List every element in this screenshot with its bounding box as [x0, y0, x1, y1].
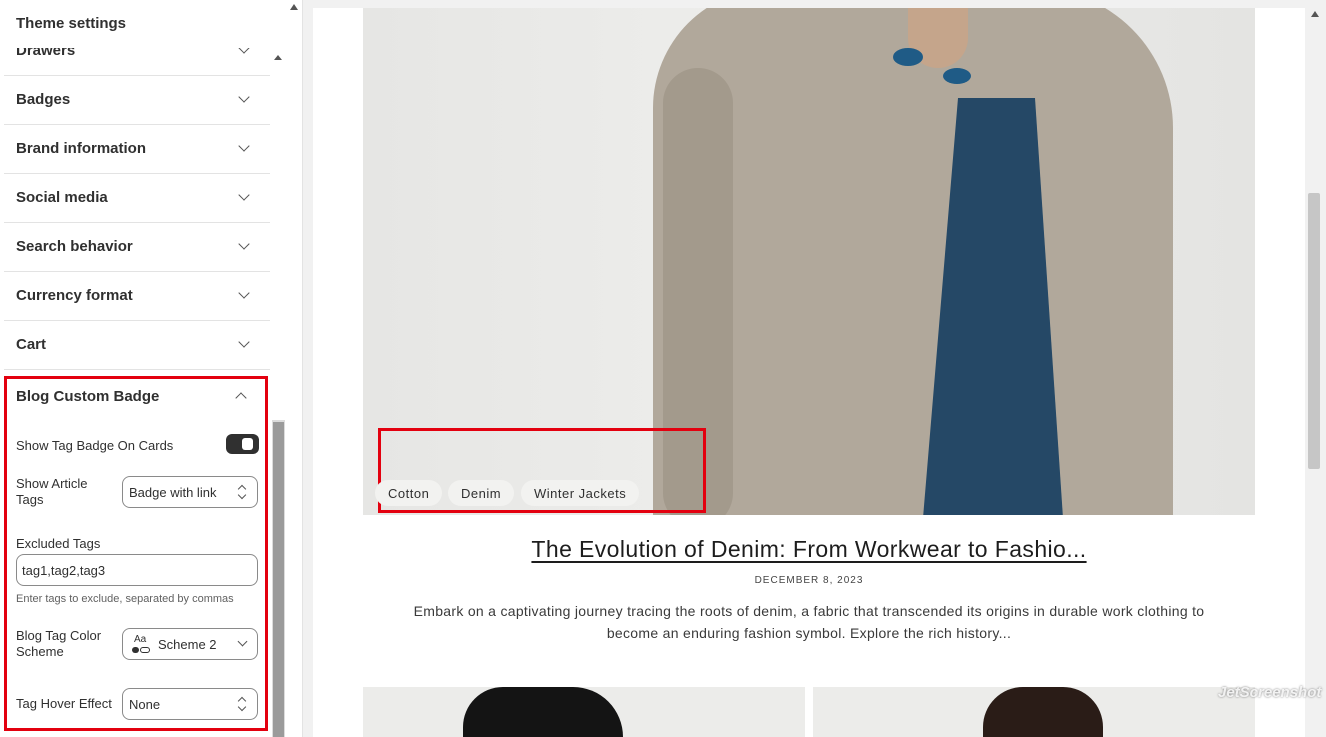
- chevron-down-icon: [238, 336, 250, 348]
- settings-item-cart[interactable]: Cart: [4, 321, 270, 370]
- color-scheme-swatch-icon: Aa: [131, 634, 151, 654]
- show-article-tags-select[interactable]: Badge with link: [122, 476, 258, 508]
- hover-effect-label: Tag Hover Effect: [16, 696, 112, 711]
- toggle-knob: [242, 438, 253, 450]
- settings-item-label: Social media: [16, 189, 108, 206]
- swatch-text: Aa: [134, 634, 147, 645]
- settings-item-label: Currency format: [16, 287, 133, 304]
- swatch-dot: [140, 647, 150, 653]
- show-article-tags-label: Show Article Tags: [16, 476, 88, 507]
- chevron-down-icon: [238, 189, 250, 201]
- settings-item-social-media[interactable]: Social media: [4, 174, 270, 223]
- blog-custom-badge-section: Blog Custom Badge Show Tag Badge On Card…: [4, 376, 268, 731]
- select-value: Scheme 2: [158, 637, 217, 652]
- excluded-tags-input[interactable]: tag1,tag2,tag3: [16, 554, 258, 586]
- sidebar-scrollbar-thumb[interactable]: [273, 422, 284, 737]
- excluded-tags-help-text: Enter tags to exclude, separated by comm…: [16, 593, 234, 605]
- settings-item-label: Cart: [16, 336, 47, 353]
- color-scheme-select[interactable]: Aa Scheme 2: [122, 628, 258, 660]
- chevron-down-icon: [238, 287, 250, 299]
- section-title[interactable]: Blog Custom Badge: [16, 388, 159, 405]
- show-tag-badge-label: Show Tag Badge On Cards: [16, 438, 174, 453]
- preview-scrollbar-thumb[interactable]: [1308, 193, 1320, 469]
- settings-item-badges[interactable]: Badges: [4, 76, 270, 125]
- excluded-tags-label: Excluded Tags: [16, 536, 101, 551]
- settings-item-label: Search behavior: [16, 238, 133, 255]
- select-value: None: [129, 697, 161, 712]
- storefront-preview: Cotton Denim Winter Jackets The Evolutio…: [313, 8, 1305, 737]
- tag-badge[interactable]: Denim: [448, 480, 515, 506]
- settings-item-label: Brand information: [16, 140, 146, 157]
- blog-post-date: DECEMBER 8, 2023: [754, 575, 864, 586]
- chevron-down-icon: [238, 238, 250, 250]
- settings-list: Drawers Badges Brand information Social …: [4, 27, 270, 370]
- sidebar-header: Theme settings: [0, 0, 288, 48]
- chevron-down-icon: [238, 140, 250, 152]
- scroll-up-arrow-icon[interactable]: [290, 4, 298, 10]
- tag-badge[interactable]: Winter Jackets: [521, 480, 640, 506]
- chevron-down-icon: [238, 91, 250, 103]
- settings-item-label: Badges: [16, 91, 71, 108]
- figure-shape: [463, 687, 623, 737]
- settings-item-brand-information[interactable]: Brand information: [4, 125, 270, 174]
- page-title: Theme settings: [16, 15, 127, 32]
- hover-effect-select[interactable]: None: [122, 688, 258, 720]
- select-arrows-icon: [237, 696, 247, 712]
- select-value: Badge with link: [129, 485, 217, 500]
- chevron-up-icon[interactable]: [235, 392, 247, 404]
- chevron-down-icon: [237, 636, 248, 647]
- show-tag-badge-toggle[interactable]: [226, 434, 259, 454]
- theme-settings-sidebar: Drawers Badges Brand information Social …: [0, 0, 303, 737]
- blog-card-image[interactable]: [363, 687, 805, 737]
- clasp-shape: [893, 48, 923, 66]
- select-arrows-icon: [237, 484, 247, 500]
- figure-shape: [983, 687, 1103, 737]
- blog-post-title-link[interactable]: The Evolution of Denim: From Workwear to…: [313, 536, 1305, 563]
- scroll-up-arrow-icon[interactable]: [1311, 11, 1319, 17]
- tag-badge[interactable]: Cotton: [375, 480, 443, 506]
- input-value: tag1,tag2,tag3: [22, 563, 106, 578]
- blog-post-excerpt: Embark on a captivating journey tracing …: [413, 603, 1205, 641]
- blog-card-image[interactable]: [813, 687, 1255, 737]
- settings-item-search-behavior[interactable]: Search behavior: [4, 223, 270, 272]
- swatch-dot: [132, 647, 139, 653]
- clasp-shape: [943, 68, 971, 84]
- color-scheme-label: Blog Tag Color Scheme: [16, 628, 102, 659]
- settings-item-currency-format[interactable]: Currency format: [4, 272, 270, 321]
- watermark-logo: JetScreenshot: [1218, 684, 1322, 701]
- scroll-up-arrow-icon[interactable]: [274, 55, 282, 60]
